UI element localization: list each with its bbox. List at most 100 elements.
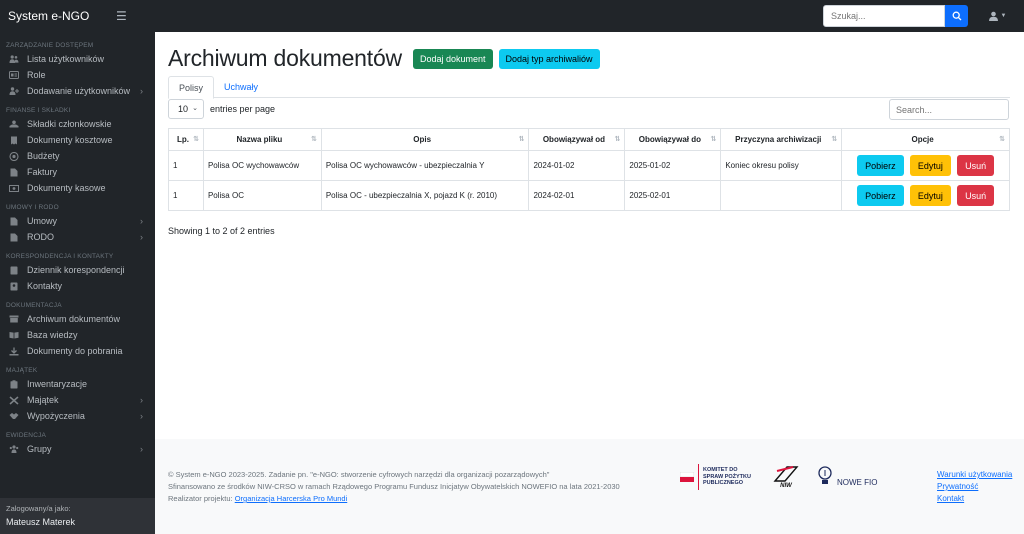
table-row: 1 Polisa OC wychowawców Polisa OC wychow… bbox=[168, 150, 1010, 181]
column-header-archive-reason[interactable]: Przyczyna archiwizacji ⇅ bbox=[720, 128, 843, 151]
logged-in-label: Zalogowany/a jako: bbox=[6, 504, 71, 513]
cell-lp: 1 bbox=[168, 180, 204, 211]
sidebar-item-cost-documents[interactable]: Dokumenty kosztowe bbox=[0, 132, 155, 148]
sort-icon: ⇅ bbox=[999, 136, 1005, 143]
page-header: Archiwum dokumentów Dodaj dokument Dodaj… bbox=[168, 45, 600, 72]
user-menu-button[interactable]: ▼ bbox=[978, 11, 1016, 21]
chevron-right-icon: › bbox=[140, 86, 143, 96]
terms-link[interactable]: Warunki użytkowania bbox=[937, 469, 1012, 481]
add-document-button[interactable]: Dodaj dokument bbox=[412, 48, 493, 69]
cell-archive-reason: Koniec okresu polisy bbox=[720, 150, 843, 181]
sidebar-item-knowledge-base[interactable]: Baza wiedzy bbox=[0, 327, 155, 343]
chevron-right-icon: › bbox=[140, 232, 143, 242]
document-tabs: Polisy Uchwały bbox=[168, 76, 1010, 99]
logged-in-user: Mateusz Materek bbox=[6, 517, 76, 527]
documents-table: Lp. ⇅ Nazwa pliku ⇅ Opis ⇅ Obowiązywał od ⇅ … bbox=[168, 128, 1010, 211]
nowefio-logo: NOWE FIO bbox=[817, 466, 877, 488]
user-icon bbox=[988, 11, 998, 21]
page-length-control: 10 ⌄ entries per page bbox=[168, 99, 275, 119]
chevron-right-icon: › bbox=[140, 216, 143, 226]
table-info: Showing 1 to 2 of 2 entries bbox=[168, 226, 275, 236]
edit-button[interactable]: Edytuj bbox=[909, 155, 951, 176]
sidebar-item-rentals[interactable]: Wypożyczenia › bbox=[0, 408, 155, 424]
sidebar-item-contracts[interactable]: Umowy › bbox=[0, 213, 155, 229]
sidebar-heading-registry: EWIDENCJA bbox=[6, 432, 47, 439]
id-card-icon bbox=[8, 70, 20, 80]
coins-icon bbox=[8, 151, 20, 161]
sort-icon: ⇅ bbox=[518, 136, 525, 143]
column-header-valid-from[interactable]: Obowiązywał od ⇅ bbox=[528, 128, 626, 151]
column-header-options[interactable]: Opcje ⇅ bbox=[841, 128, 1010, 151]
cell-description: Polisa OC - ubezpieczalnia X, pojazd K (… bbox=[320, 180, 530, 211]
cell-file-name: Polisa OC wychowawców bbox=[202, 150, 322, 181]
add-archive-type-button[interactable]: Dodaj typ archiwaliów bbox=[498, 48, 600, 69]
sidebar-footer: Zalogowany/a jako: Mateusz Materek bbox=[0, 498, 155, 534]
contact-link[interactable]: Kontakt bbox=[937, 493, 1012, 505]
sidebar-item-membership-fees[interactable]: Składki członkowskie bbox=[0, 116, 155, 132]
sidebar-toggle-icon[interactable]: ☰ bbox=[116, 9, 136, 23]
download-icon bbox=[8, 346, 20, 356]
tab-resolutions[interactable]: Uchwały bbox=[214, 76, 268, 98]
sidebar-item-assets[interactable]: Majątek › bbox=[0, 392, 155, 408]
sidebar-item-contacts[interactable]: Kontakty bbox=[0, 278, 155, 294]
cell-valid-from: 2024-01-02 bbox=[528, 150, 626, 181]
table-search-input[interactable] bbox=[889, 99, 1009, 120]
download-button[interactable]: Pobierz bbox=[857, 185, 904, 206]
sidebar-item-roles[interactable]: Role bbox=[0, 67, 155, 83]
realizer-link[interactable]: Organizacja Harcerska Pro Mundi bbox=[235, 494, 348, 503]
niw-logo: NIW bbox=[773, 465, 799, 489]
tab-policies[interactable]: Polisy bbox=[168, 76, 215, 99]
entries-per-page-label: entries per page bbox=[210, 104, 276, 114]
sidebar-heading-contracts: UMOWY I RODO bbox=[6, 204, 59, 211]
sidebar-item-rodo[interactable]: RODO › bbox=[0, 229, 155, 245]
column-header-file-name[interactable]: Nazwa pliku ⇅ bbox=[202, 128, 322, 151]
cell-valid-to: 2025-01-02 bbox=[624, 150, 722, 181]
sidebar-item-cash-documents[interactable]: Dokumenty kasowe bbox=[0, 180, 155, 196]
page-length-select[interactable]: 10 ⌄ bbox=[168, 99, 204, 119]
book-open-icon bbox=[8, 330, 20, 340]
privacy-link[interactable]: Prywatność bbox=[937, 481, 1012, 493]
download-button[interactable]: Pobierz bbox=[857, 155, 904, 176]
sidebar-heading-finance: FINANSE I SKŁADKI bbox=[6, 107, 71, 114]
brand-title[interactable]: System e-NGO bbox=[0, 9, 116, 23]
global-search-input[interactable] bbox=[823, 5, 945, 27]
footer-text: © System e-NGO 2023-2025. Zadanie pn. "e… bbox=[168, 469, 620, 505]
sidebar-item-downloads[interactable]: Dokumenty do pobrania bbox=[0, 343, 155, 359]
footer-copyright: © System e-NGO 2023-2025. Zadanie pn. "e… bbox=[168, 470, 550, 479]
sidebar-item-users-list[interactable]: Lista użytkowników bbox=[0, 51, 155, 67]
delete-button[interactable]: Usuń bbox=[957, 185, 995, 206]
cell-options: Pobierz Edytuj Usuń bbox=[841, 150, 1010, 181]
sidebar-heading-correspondence: KORESPONDENCJA I KONTAKTY bbox=[6, 253, 114, 260]
table-row: 1 Polisa OC Polisa OC - ubezpieczalnia X… bbox=[168, 180, 1010, 211]
cell-lp: 1 bbox=[168, 150, 204, 181]
footer-links: Warunki użytkowania Prywatność Kontakt bbox=[937, 469, 1012, 505]
column-header-description[interactable]: Opis ⇅ bbox=[320, 128, 530, 151]
sidebar-item-budgets[interactable]: Budżety bbox=[0, 148, 155, 164]
committee-logo: KOMITET DO SPRAW POŻYTKU PUBLICZNEGO bbox=[680, 464, 755, 490]
column-header-lp[interactable]: Lp. ⇅ bbox=[168, 128, 204, 151]
sidebar-item-add-users[interactable]: Dodawanie użytkowników › bbox=[0, 83, 155, 99]
column-header-valid-to[interactable]: Obowiązywał do ⇅ bbox=[624, 128, 722, 151]
group-icon bbox=[8, 444, 20, 454]
top-navbar: System e-NGO ☰ ▼ bbox=[0, 0, 1024, 32]
search-button[interactable] bbox=[945, 5, 968, 27]
cell-archive-reason bbox=[720, 180, 843, 211]
delete-button[interactable]: Usuń bbox=[957, 155, 995, 176]
sidebar-item-correspondence-log[interactable]: Dziennik korespondencji bbox=[0, 262, 155, 278]
footer-realizer: Realizator projektu: Organizacja Harcers… bbox=[168, 494, 348, 503]
chevron-down-icon: ⌄ bbox=[192, 105, 198, 112]
sidebar-heading-access: ZARZĄDZANIE DOSTĘPEM bbox=[6, 42, 94, 49]
sidebar-item-inventories[interactable]: Inwentaryzacje bbox=[0, 376, 155, 392]
sidebar-heading-documentation: DOKUMENTACJA bbox=[6, 302, 62, 309]
lightbulb-icon bbox=[818, 466, 832, 484]
page-footer: © System e-NGO 2023-2025. Zadanie pn. "e… bbox=[155, 439, 1024, 534]
flag-icon bbox=[680, 472, 694, 482]
sidebar-item-document-archive[interactable]: Archiwum dokumentów bbox=[0, 311, 155, 327]
contact-icon bbox=[8, 281, 20, 291]
cell-file-name: Polisa OC bbox=[202, 180, 322, 211]
users-icon bbox=[8, 54, 20, 64]
main-content: Archiwum dokumentów Dodaj dokument Dodaj… bbox=[155, 32, 1024, 439]
sidebar-item-groups[interactable]: Grupy › bbox=[0, 441, 155, 457]
edit-button[interactable]: Edytuj bbox=[909, 185, 951, 206]
sidebar-item-invoices[interactable]: Faktury bbox=[0, 164, 155, 180]
